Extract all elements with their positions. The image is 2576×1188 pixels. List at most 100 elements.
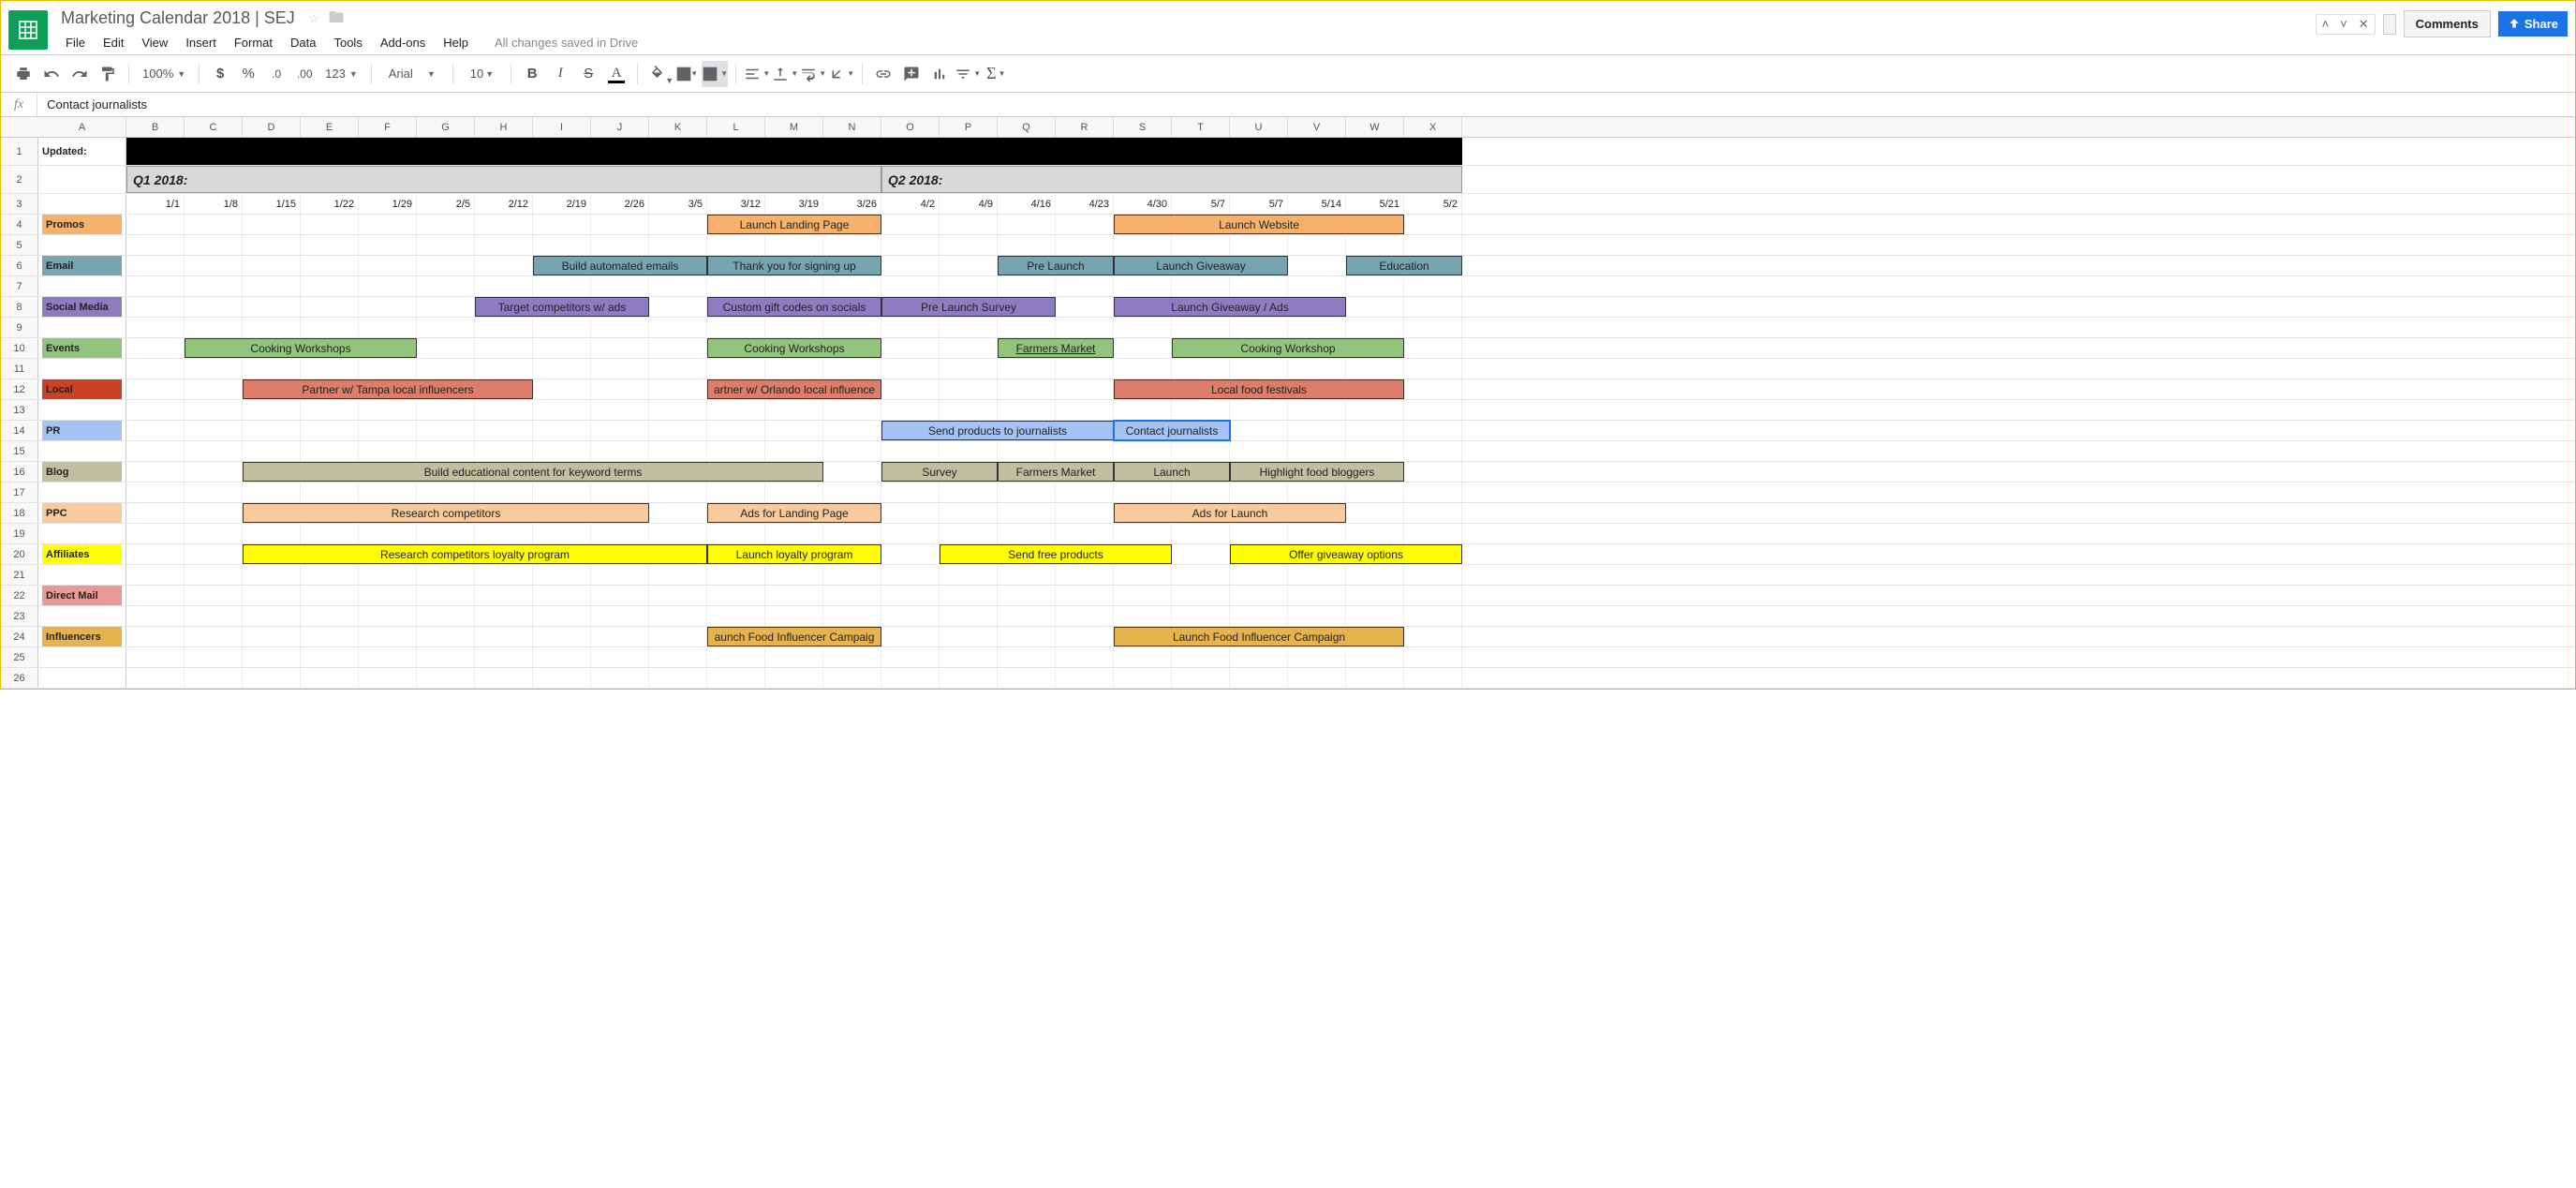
cell-A3[interactable] <box>38 194 126 214</box>
col-header-G[interactable]: G <box>417 117 475 137</box>
row-header-16[interactable]: 16 <box>1 462 38 482</box>
row-header-15[interactable]: 15 <box>1 441 38 461</box>
task-email-4[interactable]: Education <box>1346 256 1462 275</box>
row-strip-23[interactable] <box>126 606 1462 626</box>
task-events-2[interactable]: Farmers Market <box>998 338 1114 358</box>
valign-icon[interactable]: ▼ <box>772 61 798 87</box>
col-header-P[interactable]: P <box>940 117 998 137</box>
col-header-U[interactable]: U <box>1230 117 1288 137</box>
task-ppc-0[interactable]: Research competitors <box>243 503 649 523</box>
cell-A2[interactable] <box>38 166 126 193</box>
task-events-1[interactable]: Cooking Workshops <box>707 338 881 358</box>
font-family-select[interactable]: Arial▼ <box>379 67 445 81</box>
row-header-6[interactable]: 6 <box>1 256 38 275</box>
col-header-C[interactable]: C <box>185 117 243 137</box>
cell-A19[interactable] <box>38 524 126 543</box>
row-strip-3[interactable]: 1/11/81/151/221/292/52/122/192/263/53/12… <box>126 194 1462 214</box>
row-strip-25[interactable] <box>126 647 1462 667</box>
wrap-icon[interactable]: ▼ <box>800 61 826 87</box>
task-blog-1[interactable]: Survey <box>881 462 998 482</box>
cell-A17[interactable] <box>38 483 126 502</box>
row-strip-26[interactable] <box>126 668 1462 688</box>
doc-title[interactable]: Marketing Calendar 2018 | SEJ <box>57 7 299 30</box>
row-header-4[interactable]: 4 <box>1 215 38 234</box>
task-events-0[interactable]: Cooking Workshops <box>185 338 417 358</box>
task-locallight-1[interactable]: artner w/ Orlando local influence <box>707 379 881 399</box>
cell-A24[interactable]: Influencers <box>38 627 126 646</box>
col-header-Q[interactable]: Q <box>998 117 1056 137</box>
bold-icon[interactable]: B <box>519 61 545 87</box>
zoom-select[interactable]: 100%▼ <box>137 67 191 81</box>
task-blog-0[interactable]: Build educational content for keyword te… <box>243 462 823 482</box>
task-email-0[interactable]: Build automated emails <box>533 256 707 275</box>
cell-A21[interactable] <box>38 565 126 585</box>
row-header-2[interactable]: 2 <box>1 166 38 193</box>
row-strip-13[interactable] <box>126 400 1462 420</box>
menu-help[interactable]: Help <box>435 32 477 53</box>
functions-icon[interactable]: Σ▼ <box>983 61 1009 87</box>
cell-A25[interactable] <box>38 647 126 667</box>
task-locallight-2[interactable]: Local food festivals <box>1114 379 1404 399</box>
col-header-I[interactable]: I <box>533 117 591 137</box>
filter-icon[interactable]: ▼ <box>955 61 981 87</box>
task-inf-1[interactable]: Launch Food Influencer Campaign <box>1114 627 1404 646</box>
task-promos-0[interactable]: Launch Landing Page <box>707 215 881 234</box>
row-header-14[interactable]: 14 <box>1 421 38 440</box>
cell-A7[interactable] <box>38 276 126 296</box>
row-strip-17[interactable] <box>126 483 1462 502</box>
col-header-S[interactable]: S <box>1114 117 1172 137</box>
row-strip-14[interactable]: Send products to journalistsContact jour… <box>126 421 1462 440</box>
row-strip-1[interactable] <box>126 138 1462 165</box>
col-header-O[interactable]: O <box>881 117 940 137</box>
decrease-decimal-icon[interactable]: .0 <box>263 61 289 87</box>
task-aff-2[interactable]: Send free products <box>940 544 1172 564</box>
row-header-9[interactable]: 9 <box>1 318 38 337</box>
task-aff-1[interactable]: Launch loyalty program <box>707 544 881 564</box>
row-strip-15[interactable] <box>126 441 1462 461</box>
account-chip[interactable] <box>2383 14 2396 35</box>
cell-A6[interactable]: Email <box>38 256 126 275</box>
cell-A26[interactable] <box>38 668 126 688</box>
row-strip-4[interactable]: Launch Landing PageLaunch Website <box>126 215 1462 234</box>
col-header-F[interactable]: F <box>359 117 417 137</box>
row-header-1[interactable]: 1 <box>1 138 38 165</box>
more-formats[interactable]: 123▼ <box>319 67 363 81</box>
text-color-icon[interactable]: A <box>603 61 629 87</box>
task-inf-0[interactable]: aunch Food Influencer Campaig <box>707 627 881 646</box>
task-aff-3[interactable]: Offer giveaway options <box>1230 544 1462 564</box>
font-size-select[interactable]: 10▼ <box>461 67 503 81</box>
row-strip-7[interactable] <box>126 276 1462 296</box>
cell-A22[interactable]: Direct Mail <box>38 586 126 605</box>
task-social-2[interactable]: Pre Launch Survey <box>881 297 1056 317</box>
row-header-25[interactable]: 25 <box>1 647 38 667</box>
formula-input[interactable]: Contact journalists <box>37 97 156 111</box>
task-blog-4[interactable]: Highlight food bloggers <box>1230 462 1404 482</box>
col-header-N[interactable]: N <box>823 117 881 137</box>
menu-edit[interactable]: Edit <box>95 32 132 53</box>
task-blog-3[interactable]: Launch <box>1114 462 1230 482</box>
menu-tools[interactable]: Tools <box>325 32 370 53</box>
row-header-22[interactable]: 22 <box>1 586 38 605</box>
row-header-23[interactable]: 23 <box>1 606 38 626</box>
row-strip-22[interactable] <box>126 586 1462 605</box>
menu-view[interactable]: View <box>133 32 176 53</box>
row-strip-11[interactable] <box>126 359 1462 379</box>
menu-file[interactable]: File <box>57 32 94 53</box>
cell-A20[interactable]: Affiliates <box>38 544 126 564</box>
row-strip-10[interactable]: Cooking Workshops Cooking Workshops Farmer… <box>126 338 1462 358</box>
row-header-18[interactable]: 18 <box>1 503 38 523</box>
menu-data[interactable]: Data <box>282 32 324 53</box>
row-strip-6[interactable]: Build automated emailsThank you for sign… <box>126 256 1462 275</box>
close-icon[interactable]: ✕ <box>2353 15 2375 34</box>
row-header-12[interactable]: 12 <box>1 379 38 399</box>
task-ppc-2[interactable]: Ads for Launch <box>1114 503 1346 523</box>
task-pr-0[interactable]: Send products to journalists <box>881 421 1114 440</box>
fill-color-icon[interactable]: ▼ <box>645 61 672 87</box>
folder-icon[interactable] <box>328 8 345 28</box>
menu-addons[interactable]: Add-ons <box>372 32 434 53</box>
cell-A4[interactable]: Promos <box>38 215 126 234</box>
task-pr-1[interactable]: Contact journalists <box>1114 421 1230 440</box>
paint-format-icon[interactable] <box>95 61 121 87</box>
col-header-K[interactable]: K <box>649 117 707 137</box>
task-events-3[interactable]: Cooking Workshop <box>1172 338 1404 358</box>
